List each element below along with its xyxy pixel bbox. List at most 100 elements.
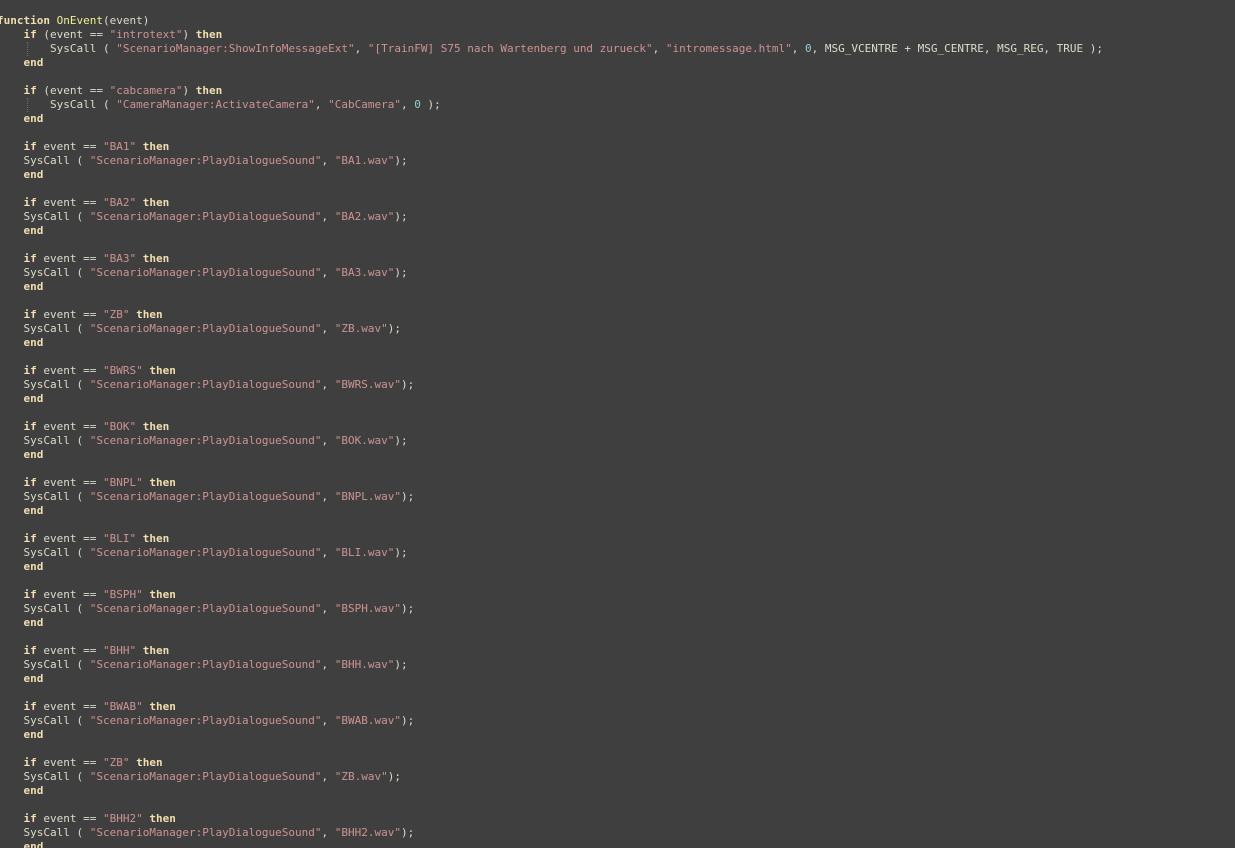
indent-guide <box>27 98 28 112</box>
keyword-token: then <box>142 252 170 265</box>
identifier-token <box>0 644 24 657</box>
keyword-token: end <box>23 448 44 461</box>
number-token: 0 <box>805 42 812 55</box>
keyword-token: then <box>149 364 176 377</box>
string-token: "ScenarioManager:PlayDialogueSound" <box>89 378 322 391</box>
keyword-token: then <box>142 196 170 209</box>
keyword-token: function <box>0 14 50 27</box>
identifier-token: event == <box>36 140 103 153</box>
string-token: "BA1" <box>102 140 137 153</box>
string-token: "ScenarioManager:PlayDialogueSound" <box>89 266 322 279</box>
string-token: "ZB" <box>102 308 130 321</box>
string-token: "BHH.wav" <box>334 658 395 671</box>
identifier-token: ); <box>401 602 415 615</box>
code-line: if event == "BA1" then <box>0 140 1235 154</box>
code-line: end <box>0 56 1235 70</box>
string-token: "CameraManager:ActivateCamera" <box>116 98 315 111</box>
code-line: if event == "BLI" then <box>0 532 1235 546</box>
code-line: SysCall ( "ScenarioManager:PlayDialogueS… <box>0 490 1235 504</box>
identifier-token: ); <box>401 826 415 839</box>
string-token: "ScenarioManager:PlayDialogueSound" <box>89 770 322 783</box>
keyword-token: if <box>23 364 37 377</box>
string-token: "BA1.wav" <box>334 154 395 167</box>
string-token: "introtext" <box>109 28 183 41</box>
keyword-token: end <box>23 224 44 237</box>
identifier-token: , <box>321 434 335 447</box>
string-token: "BA3" <box>102 252 137 265</box>
string-token: "CabCamera" <box>328 98 402 111</box>
identifier-token: ); <box>394 658 408 671</box>
string-token: "intromessage.html" <box>665 42 792 55</box>
code-line: SysCall ( "CameraManager:ActivateCamera"… <box>0 98 1235 112</box>
string-token: "BWRS.wav" <box>334 378 401 391</box>
identifier-token: , <box>321 602 335 615</box>
identifier-token: SysCall ( <box>0 602 90 615</box>
keyword-token: if <box>23 140 37 153</box>
identifier-token: SysCall ( <box>0 770 90 783</box>
identifier-token: SysCall ( <box>0 658 90 671</box>
string-token: "BNPL" <box>102 476 143 489</box>
code-line: if event == "BA3" then <box>0 252 1235 266</box>
code-line: if event == "BSPH" then <box>0 588 1235 602</box>
code-line: if event == "BOK" then <box>0 420 1235 434</box>
identifier-token: , <box>321 210 335 223</box>
identifier-token <box>0 84 24 97</box>
string-token: "ScenarioManager:PlayDialogueSound" <box>89 602 322 615</box>
identifier-token <box>0 336 24 349</box>
identifier-token: SysCall ( <box>0 322 90 335</box>
identifier-token: event == <box>36 420 103 433</box>
code-line: SysCall ( "ScenarioManager:PlayDialogueS… <box>0 826 1235 840</box>
identifier-token <box>0 140 24 153</box>
code-editor[interactable]: function OnEvent(event) if (event == "in… <box>0 0 1235 848</box>
keyword-token: if <box>23 700 37 713</box>
identifier-token: ); <box>387 322 401 335</box>
string-token: "BA2" <box>102 196 137 209</box>
keyword-token: then <box>149 476 176 489</box>
code-line: SysCall ( "ScenarioManager:PlayDialogueS… <box>0 658 1235 672</box>
keyword-token: end <box>23 840 44 848</box>
identifier-token <box>0 784 24 797</box>
code-line: SysCall ( "ScenarioManager:PlayDialogueS… <box>0 210 1235 224</box>
code-line: end <box>0 784 1235 798</box>
code-line: end <box>0 224 1235 238</box>
code-lines: function OnEvent(event) if (event == "in… <box>0 14 1235 848</box>
code-line: if event == "BWRS" then <box>0 364 1235 378</box>
identifier-token <box>0 196 24 209</box>
identifier-token: SysCall ( <box>0 42 117 55</box>
identifier-token: event == <box>36 252 103 265</box>
identifier-token <box>136 644 143 657</box>
identifier-token: SysCall ( <box>0 826 90 839</box>
identifier-token: (event == <box>36 28 110 41</box>
keyword-token: if <box>23 532 37 545</box>
identifier-token <box>0 588 24 601</box>
identifier-token <box>0 504 24 517</box>
keyword-token: if <box>23 588 37 601</box>
string-token: "BA3.wav" <box>334 266 395 279</box>
identifier-token: ); <box>420 98 441 111</box>
code-line: function OnEvent(event) <box>0 14 1235 28</box>
identifier-token <box>0 280 24 293</box>
identifier-token: , <box>321 714 335 727</box>
identifier-token <box>136 420 143 433</box>
keyword-token: end <box>23 672 44 685</box>
identifier-token: ); <box>394 154 408 167</box>
identifier-token: event == <box>36 644 103 657</box>
keyword-token: end <box>23 784 44 797</box>
identifier-token <box>0 112 24 125</box>
code-line: end <box>0 112 1235 126</box>
keyword-token: if <box>23 420 37 433</box>
code-line: end <box>0 840 1235 848</box>
identifier-token <box>0 224 24 237</box>
string-token: "ZB.wav" <box>334 770 388 783</box>
identifier-token: MSG_CENTRE, MSG_REG, TRUE ); <box>910 42 1104 55</box>
code-line: if event == "BHH2" then <box>0 812 1235 826</box>
code-line: end <box>0 168 1235 182</box>
identifier-token: , <box>321 546 335 559</box>
keyword-token: end <box>23 336 44 349</box>
identifier-token: ); <box>401 490 415 503</box>
